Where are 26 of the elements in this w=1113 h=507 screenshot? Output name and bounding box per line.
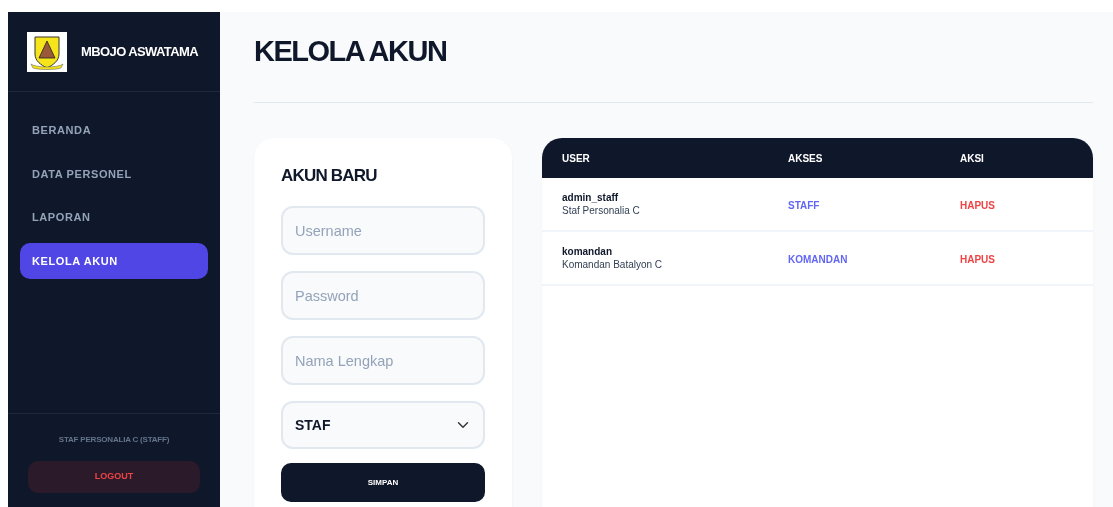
input-field[interactable]: Nama Lengkap [281,336,485,386]
save-button[interactable]: SIMPAN [281,463,485,503]
nav-item[interactable]: LAPORAN [20,199,208,236]
nav-item[interactable]: DATA PERSONEL [20,155,208,192]
column-header: AKSES [788,151,824,166]
shield-logo-icon [27,31,67,72]
full-name: Staf Personalia C [562,203,641,217]
form-title: AKUN BARU [281,166,378,187]
column-header: AKSI [960,151,985,166]
full-name: Komandan Batalyon C [562,257,664,271]
brand-name: MBOJO ASWATAMA [81,42,199,61]
access-level: STAFF [788,200,820,211]
logout-button[interactable]: LOGOUT [28,461,200,493]
page-title: KELOLA AKUN [254,37,448,66]
role-select[interactable]: STAF [281,401,485,450]
user-label: STAF PERSONALIA C (STAFF) [58,434,170,446]
access-level: KOMANDAN [788,254,848,265]
delete-button[interactable]: HAPUS [960,198,995,213]
username: admin_staff [562,191,620,204]
nav-item[interactable]: KELOLA AKUN [20,242,208,279]
username: komandan [562,245,613,258]
input-field[interactable]: Password [281,271,485,321]
nav-item[interactable]: BERANDA [20,112,208,149]
delete-button[interactable]: HAPUS [960,252,995,267]
input-field[interactable]: Username [281,206,485,256]
column-header: USER [561,151,591,166]
